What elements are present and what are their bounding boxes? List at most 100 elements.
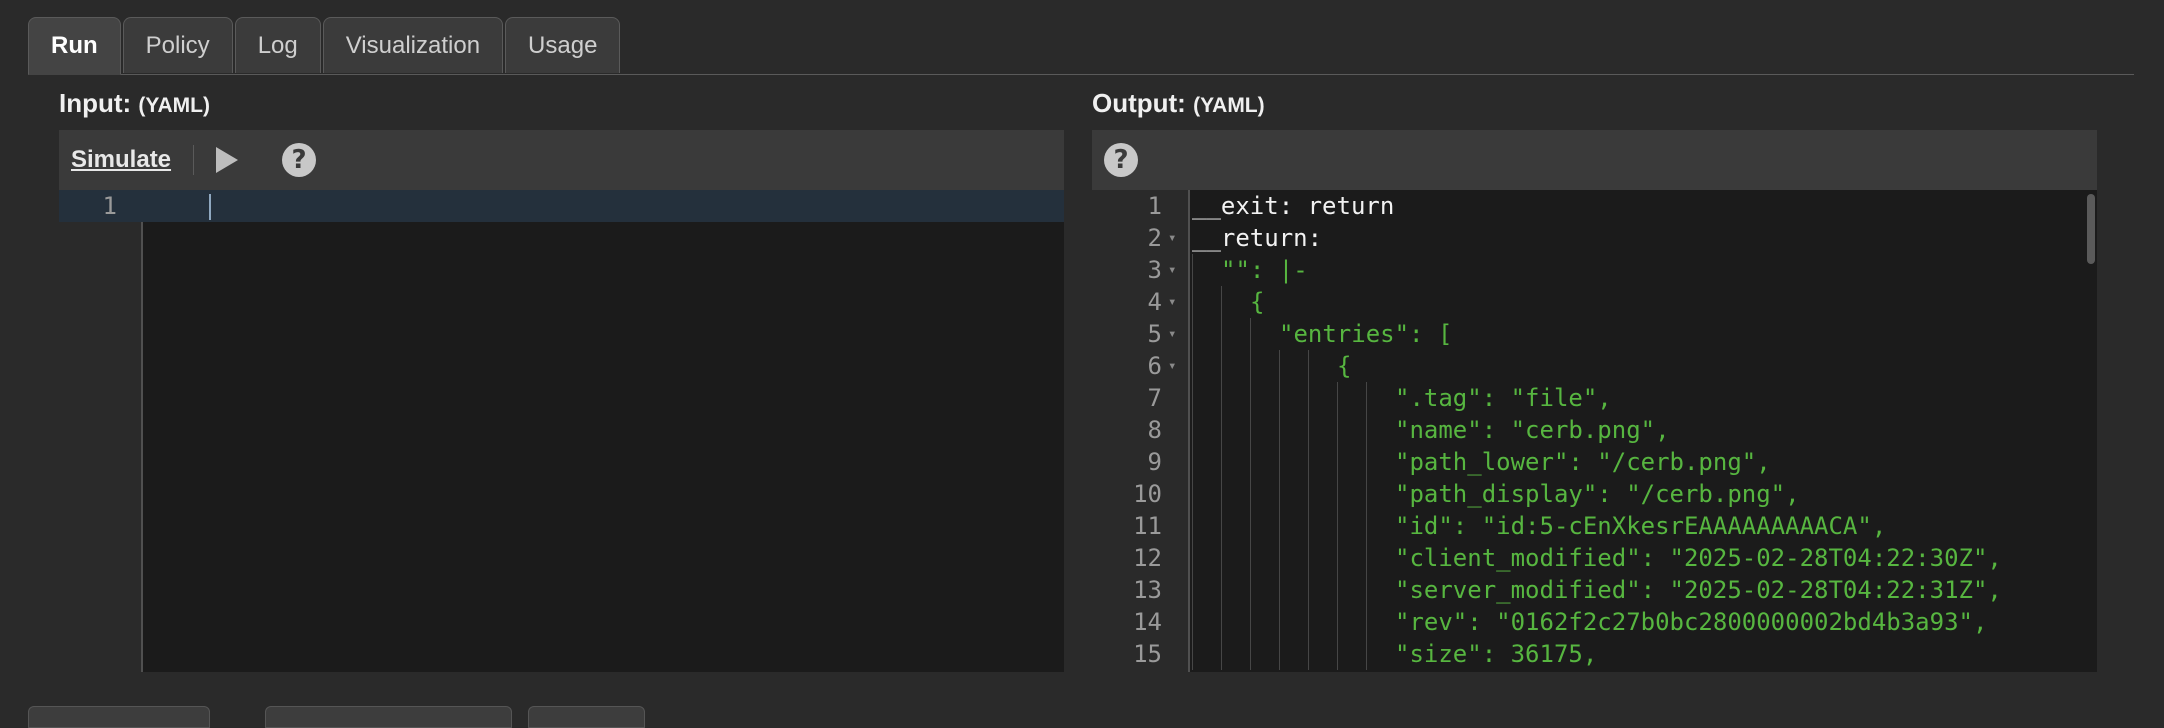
play-icon[interactable] [216, 147, 239, 173]
code-token: "id": "id:5-cEnXkesrEAAAAAAAAACA", [1395, 512, 1887, 540]
help-icon[interactable]: ? [282, 143, 317, 177]
tab-log[interactable]: Log [234, 17, 321, 73]
indent-guide [1279, 446, 1308, 478]
fold-toggle-icon[interactable]: ▾ [1168, 286, 1176, 318]
indent-guide [1366, 510, 1395, 542]
indent-guide [1192, 286, 1221, 318]
input-gutter [59, 190, 143, 672]
code-line: 10 "path_display": "/cerb.png", [1092, 478, 2097, 510]
indent-guide [1279, 542, 1308, 574]
code-line: 6 ▾ { [1092, 350, 2097, 382]
indent-guide [1192, 638, 1221, 670]
output-format: (YAML) [1193, 94, 1265, 117]
code-text: "rev": "0162f2c27b0bc2800000002bd4b3a93"… [1192, 606, 1987, 638]
indent-guide [1308, 350, 1337, 382]
code-token: __return: [1192, 224, 1323, 252]
output-editor[interactable]: 1 __exit: return 2 ▾ __return: 3 ▾ "": |- 4 ▾{5 ▾ "… [1092, 190, 2097, 672]
indent-guide [1337, 542, 1366, 574]
code-line: 15 "size": 36175, [1092, 638, 2097, 670]
line-number: 7 [1147, 384, 1162, 412]
indent-guide [1250, 382, 1279, 414]
code-line: 13 "server_modified": "2025-02-28T04:22:3… [1092, 574, 2097, 606]
line-number: 10 [1133, 480, 1162, 508]
indent-guide [1366, 574, 1395, 606]
code-line: 8 "name": "cerb.png", [1092, 414, 2097, 446]
code-token: "size": 36175, [1395, 640, 1598, 668]
fold-toggle-icon[interactable]: ▾ [1168, 222, 1176, 254]
code-text: "entries": [ [1192, 318, 1452, 350]
output-panel: ? 1 __exit: return 2 ▾ __return: 3 ▾ "": |- 4 ▾{5… [1092, 130, 2097, 672]
tab-usage[interactable]: Usage [505, 17, 621, 73]
tab-visualization[interactable]: Visualization [322, 17, 504, 73]
code-line: 12 "client_modified": "2025-02-28T04:22:3… [1092, 542, 2097, 574]
code-text: "server_modified": "2025-02-28T04:22:31Z… [1192, 574, 2002, 606]
indent-guide [1366, 638, 1395, 670]
fold-toggle-icon[interactable]: ▾ [1168, 254, 1176, 286]
indent-guide [1192, 254, 1221, 286]
output-title: Output: (YAML) [1092, 88, 1265, 119]
indent-guide [1250, 318, 1279, 350]
indent-guide [1337, 478, 1366, 510]
indent-guide [1279, 638, 1308, 670]
indent-guide [1192, 382, 1221, 414]
code-line: 3 ▾ "": |- [1092, 254, 2097, 286]
indent-guide [1337, 510, 1366, 542]
fold-toggle-icon[interactable]: ▾ [1168, 350, 1176, 382]
code-token: "name": "cerb.png", [1395, 416, 1670, 444]
indent-guide [1308, 606, 1337, 638]
indent-guide [1221, 574, 1250, 606]
indent-guide [1337, 606, 1366, 638]
line-number: 2 [1147, 224, 1162, 252]
indent-guide [1250, 606, 1279, 638]
help-icon[interactable]: ? [1104, 143, 1138, 177]
simulate-button[interactable]: Simulate [71, 146, 171, 174]
code-line: 2 ▾ __return: [1092, 222, 2097, 254]
indent-guide [1279, 606, 1308, 638]
bottom-button[interactable] [28, 706, 210, 728]
indent-guide [1337, 446, 1366, 478]
code-token: "client_modified": "2025-02-28T04:22:30Z… [1395, 544, 2002, 572]
output-toolbar: ? [1092, 130, 2097, 190]
line-number: 5 [1147, 320, 1162, 348]
indent-guide [1366, 414, 1395, 446]
fold-toggle-icon[interactable]: ▾ [1168, 318, 1176, 350]
code-text: { [1192, 286, 1264, 318]
indent-guide [1337, 574, 1366, 606]
tab-run[interactable]: Run [28, 17, 121, 75]
line-number: 1 [102, 192, 117, 220]
indent-guide [1308, 478, 1337, 510]
input-editor[interactable]: 1 [59, 190, 1064, 672]
code-token: "": |- [1221, 256, 1308, 284]
line-number: 6 [1147, 352, 1162, 380]
output-title-label: Output: [1092, 88, 1186, 118]
indent-guide [1221, 350, 1250, 382]
output-lines: 1 __exit: return 2 ▾ __return: 3 ▾ "": |- 4 ▾{5 ▾ "… [1092, 190, 2097, 670]
code-text: "": |- [1192, 254, 1308, 286]
toolbar-divider [193, 145, 195, 175]
indent-guide [1308, 414, 1337, 446]
bottom-button[interactable] [528, 706, 645, 728]
tab-policy[interactable]: Policy [122, 17, 233, 73]
indent-guide [1279, 382, 1308, 414]
code-token: ".tag": "file", [1395, 384, 1612, 412]
code-token: "path_lower": "/cerb.png", [1395, 448, 1771, 476]
line-number: 9 [1147, 448, 1162, 476]
input-panel: Simulate ? 1 [59, 130, 1064, 672]
code-token: { [1337, 352, 1352, 380]
indent-guide [1250, 350, 1279, 382]
indent-guide [1308, 510, 1337, 542]
indent-guide [1308, 446, 1337, 478]
indent-guide [1221, 446, 1250, 478]
code-token: "entries": [ [1279, 320, 1453, 348]
indent-guide [1308, 574, 1337, 606]
scrollbar[interactable] [2087, 194, 2095, 264]
indent-guide [1250, 510, 1279, 542]
indent-guide [1366, 382, 1395, 414]
indent-guide [1192, 446, 1221, 478]
indent-guide [1337, 414, 1366, 446]
indent-guide [1279, 510, 1308, 542]
bottom-button[interactable] [265, 706, 512, 728]
code-token: "path_display": "/cerb.png", [1395, 480, 1800, 508]
indent-guide [1192, 542, 1221, 574]
indent-guide [1192, 606, 1221, 638]
